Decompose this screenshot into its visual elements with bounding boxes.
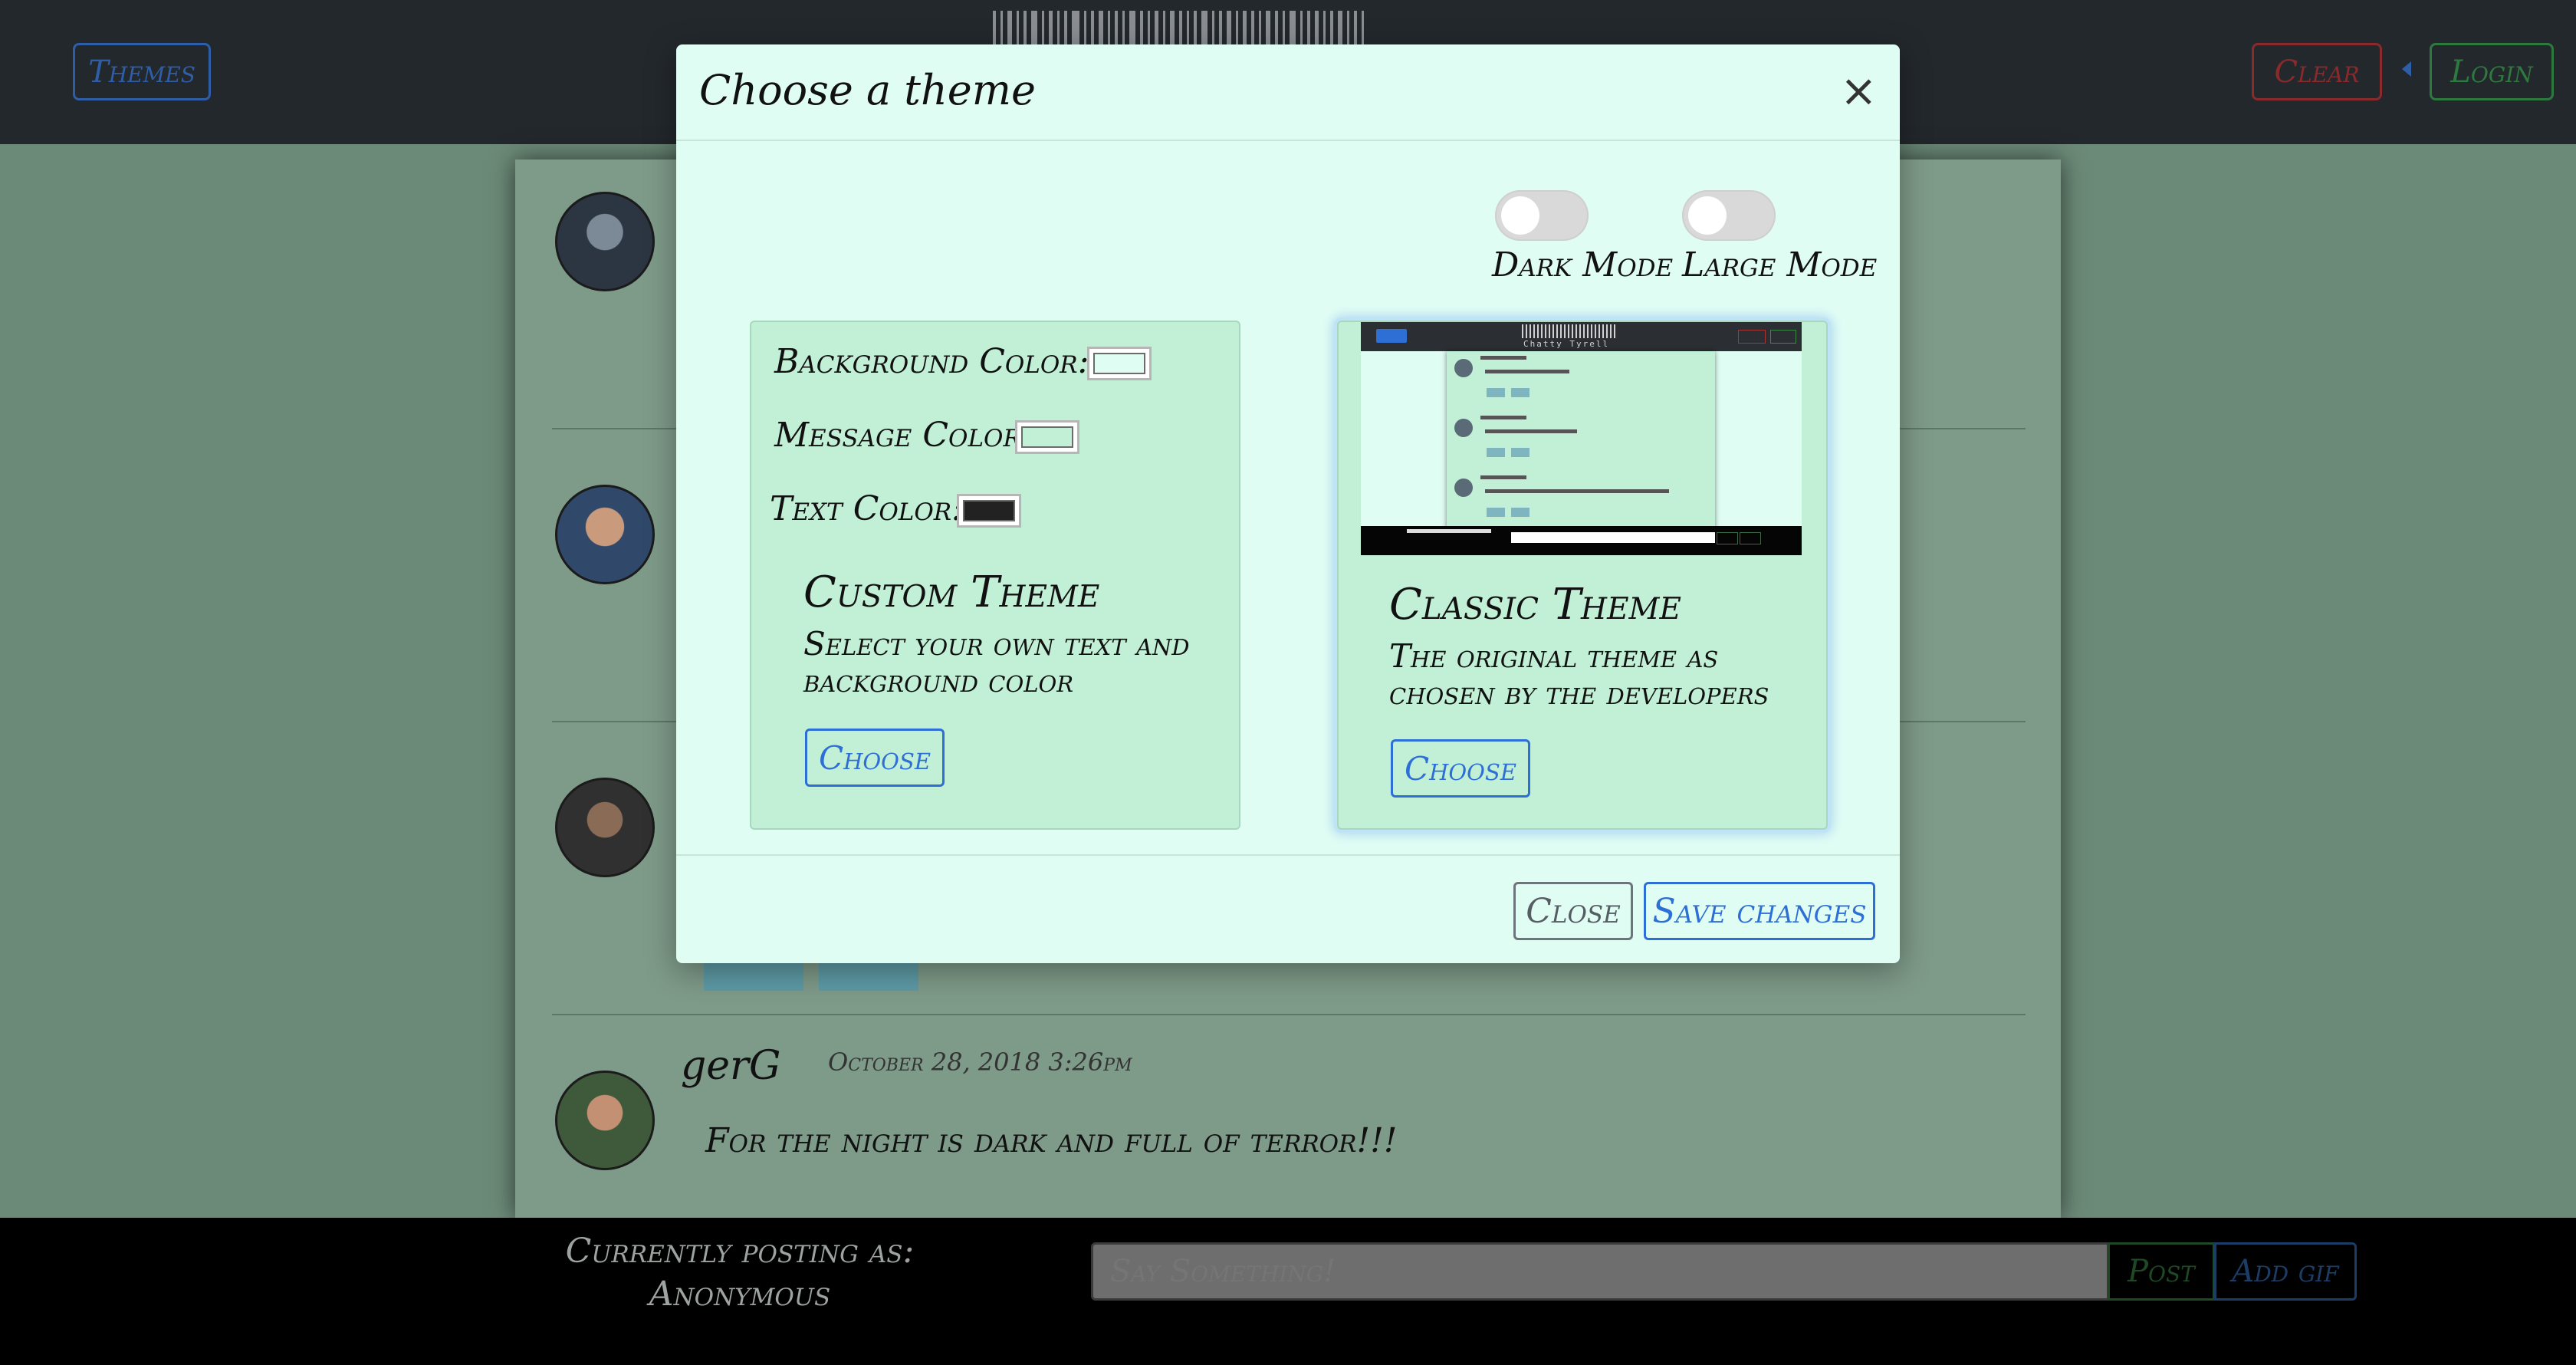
- large-mode-label: Large Mode: [1682, 245, 1878, 285]
- barcode-logo: [993, 11, 1457, 44]
- posting-as-label: Currently posting as:: [565, 1232, 915, 1271]
- preview-feed: [1447, 351, 1715, 529]
- posting-as: Currently posting as: Anonymous: [537, 1230, 943, 1316]
- classic-theme-title: Classic Theme: [1389, 580, 1681, 630]
- choose-classic-button[interactable]: Choose: [1391, 739, 1530, 798]
- message-author: gerG: [681, 1043, 781, 1089]
- close-icon[interactable]: ×: [1840, 64, 1878, 117]
- message-color-picker[interactable]: [1015, 420, 1079, 454]
- avatar: [555, 485, 655, 584]
- background-color-picker[interactable]: [1087, 347, 1152, 380]
- custom-theme-card[interactable]: Background Color: Message Color: Text Co…: [750, 321, 1240, 830]
- add-gif-button[interactable]: Add gif: [2214, 1242, 2357, 1301]
- avatar: [555, 192, 655, 291]
- classic-theme-preview-image: Chatty Tyrell: [1361, 322, 1802, 555]
- modal-footer-divider: [676, 854, 1900, 856]
- post-button[interactable]: Post: [2108, 1242, 2215, 1301]
- classic-theme-description: The original theme as chosen by the deve…: [1389, 637, 1769, 712]
- close-button[interactable]: Close: [1513, 882, 1633, 940]
- avatar: [555, 778, 655, 877]
- dark-mode-toggle[interactable]: [1495, 190, 1589, 241]
- message-timestamp: October 28, 2018 3:26pm: [828, 1048, 1132, 1077]
- preview-navbar: Chatty Tyrell: [1361, 322, 1802, 351]
- themes-button[interactable]: Themes: [73, 43, 211, 100]
- message-color-label: Message Color:: [774, 416, 1033, 455]
- large-mode-toggle[interactable]: [1682, 190, 1776, 241]
- message-input[interactable]: [1091, 1242, 2109, 1301]
- preview-footer: [1361, 526, 1802, 555]
- caret-left-icon[interactable]: [2402, 61, 2411, 77]
- choose-custom-button[interactable]: Choose: [805, 729, 945, 787]
- message-divider: [552, 1014, 2026, 1015]
- modal-title: Choose a theme: [699, 66, 1036, 114]
- dark-mode-label: Dark Mode: [1492, 245, 1674, 285]
- custom-theme-title: Custom Theme: [803, 567, 1100, 617]
- save-changes-button[interactable]: Save changes: [1644, 882, 1875, 940]
- message-text: For the night is dark and full of terror…: [705, 1121, 1398, 1160]
- clear-button[interactable]: Clear: [2252, 43, 2382, 100]
- text-color-label: Text Color:: [770, 489, 963, 528]
- posting-as-user: Anonymous: [649, 1275, 831, 1314]
- modal-header-divider: [676, 140, 1900, 141]
- preview-brand: Chatty Tyrell: [1523, 339, 1610, 349]
- text-color-picker[interactable]: [957, 494, 1021, 528]
- background-color-label: Background Color:: [774, 342, 1089, 381]
- custom-theme-description: Select your own text and background colo…: [803, 625, 1190, 699]
- login-button[interactable]: Login: [2430, 43, 2554, 100]
- avatar: [555, 1071, 655, 1170]
